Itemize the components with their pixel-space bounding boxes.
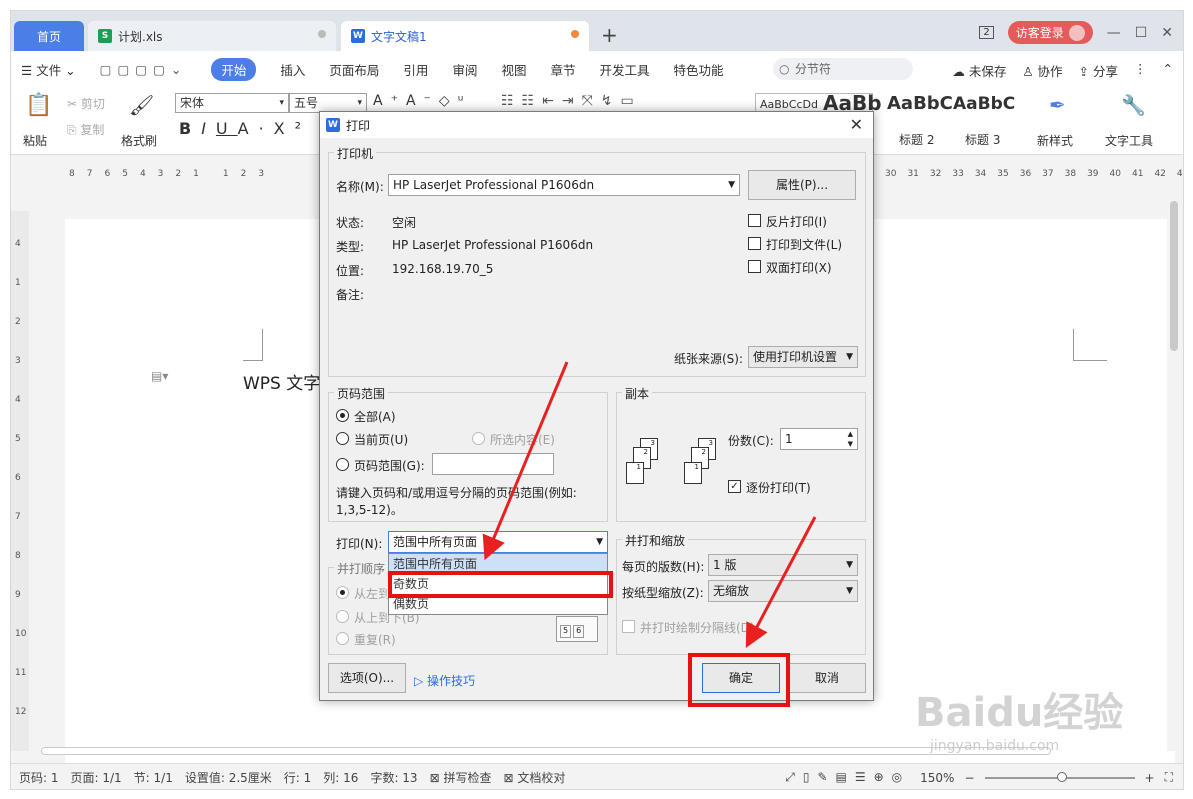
baidu-watermark-logo: Baidu经验 <box>915 690 1124 736</box>
arrow-to-odd-pages <box>482 361 569 561</box>
baidu-watermark-url: jingyan.baidu.com <box>930 738 1060 754</box>
arrow-to-ok <box>745 516 817 648</box>
